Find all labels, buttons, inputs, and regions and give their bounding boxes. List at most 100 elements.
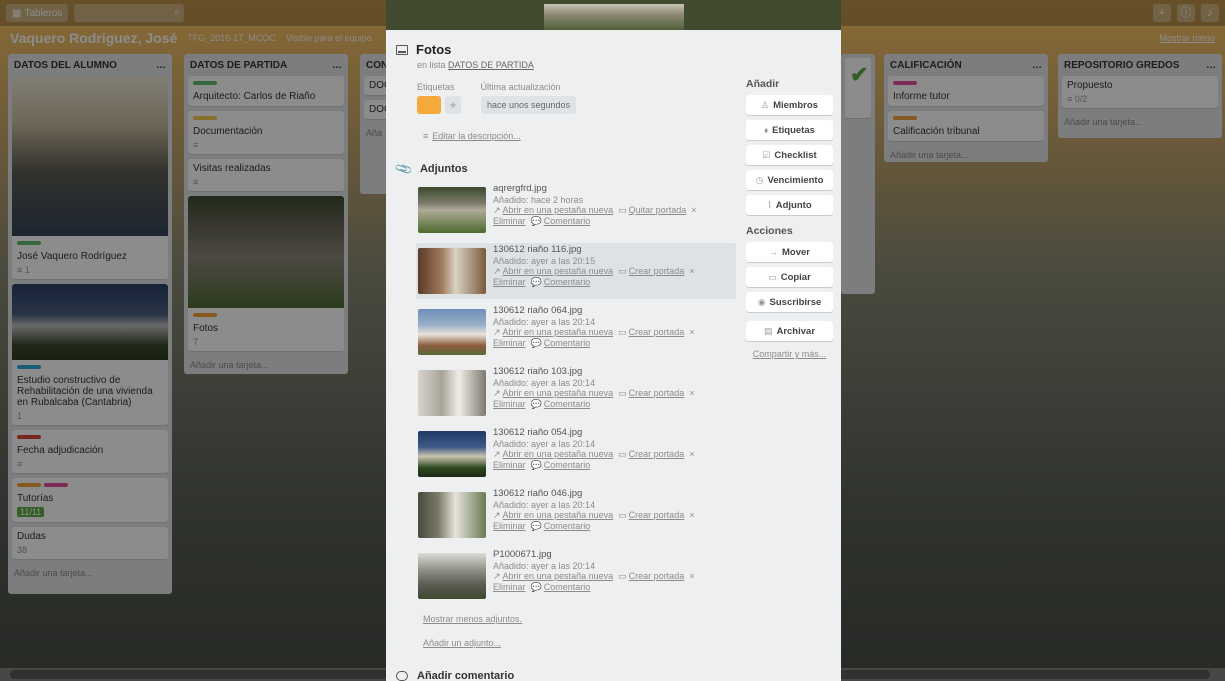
add-card-link[interactable]: Añadir una tarjeta... [1062, 113, 1218, 131]
members-button[interactable]: ♙ Miembros [746, 95, 833, 115]
attachment-button[interactable]: ⌇ Adjunto [746, 195, 833, 215]
comment-link[interactable]: Comentario [544, 460, 591, 470]
attachment-item[interactable]: aqrergfrd.jpg Añadido: hace 2 horas ↗ Abr… [416, 182, 736, 238]
share-more-link[interactable]: Compartir y más... [746, 349, 833, 359]
show-menu-link[interactable]: Mostrar menú [1159, 33, 1215, 43]
list-menu-icon[interactable]: … [1032, 60, 1042, 71]
open-new-tab-link[interactable]: Abrir en una pestaña nueva [503, 510, 614, 520]
list-card[interactable]: Fotos 7 [188, 196, 344, 351]
attachment-thumbnail[interactable] [418, 187, 486, 233]
comment-link[interactable]: Comentario [544, 399, 591, 409]
open-new-tab-link[interactable]: Abrir en una pestaña nueva [503, 571, 614, 581]
board-title[interactable]: Vaquero Rodriguez, José [10, 30, 177, 46]
open-new-tab-link[interactable]: Abrir en una pestaña nueva [503, 266, 614, 276]
board-visibility[interactable]: Visible para el equipo [286, 33, 372, 43]
close-icon[interactable]: × [691, 205, 696, 215]
attachment-item[interactable]: 130612 riaño 064.jpg Añadido: ayer a las… [416, 304, 736, 360]
show-fewer-attachments-link[interactable]: Mostrar menos adjuntos. [423, 614, 522, 624]
copy-button[interactable]: ▭ Copiar [746, 267, 833, 287]
move-button[interactable]: → Mover [746, 242, 833, 262]
search-input[interactable]: ⌕ [74, 4, 185, 22]
attachment-thumbnail[interactable] [418, 309, 486, 355]
external-link-icon: ↗ [493, 205, 501, 215]
comment-link[interactable]: Comentario [544, 338, 591, 348]
add-attachment-link[interactable]: Añadir un adjunto... [423, 638, 501, 648]
comment-link[interactable]: Comentario [544, 521, 591, 531]
delete-link[interactable]: Eliminar [493, 521, 526, 531]
due-date-button[interactable]: ◷ Vencimiento [746, 170, 833, 190]
comment-link[interactable]: Comentario [544, 216, 591, 226]
card-title: José Vaquero Rodríguez [17, 251, 127, 262]
add-card-link[interactable]: Añadir una tarjeta... [888, 146, 1044, 164]
open-new-tab-link[interactable]: Abrir en una pestaña nueva [503, 388, 614, 398]
cover-link[interactable]: Quitar portada [629, 205, 687, 215]
close-icon[interactable]: × [689, 449, 694, 459]
cover-link[interactable]: Crear portada [629, 266, 685, 276]
add-card-link[interactable]: Añadir una tarjeta... [12, 564, 168, 582]
close-icon[interactable]: × [689, 388, 694, 398]
list-card[interactable]: Fecha adjudicación ≡ [12, 430, 168, 473]
delete-link[interactable]: Eliminar [493, 399, 526, 409]
card-title[interactable]: Fotos [416, 42, 451, 57]
cover-link[interactable]: Crear portada [629, 388, 685, 398]
cover-link[interactable]: Crear portada [629, 571, 685, 581]
labels-button[interactable]: ⬧ Etiquetas [746, 120, 833, 140]
boards-button[interactable]: ▦ Tableros [6, 4, 69, 22]
attachment-item[interactable]: 130612 riaño 046.jpg Añadido: ayer a las… [416, 487, 736, 543]
cover-link[interactable]: Crear portada [629, 327, 685, 337]
delete-link[interactable]: Eliminar [493, 582, 526, 592]
attachment-item[interactable]: 130612 riaño 054.jpg Añadido: ayer a las… [416, 426, 736, 482]
list-card[interactable]: Dudas 38 [12, 527, 168, 559]
attachment-item[interactable]: 130612 riaño 116.jpg Añadido: ayer a las… [416, 243, 736, 299]
external-link-icon: ↗ [493, 449, 501, 459]
open-new-tab-link[interactable]: Abrir en una pestaña nueva [503, 327, 614, 337]
attachment-thumbnail[interactable] [418, 248, 486, 294]
delete-link[interactable]: Eliminar [493, 460, 526, 470]
open-new-tab-link[interactable]: Abrir en una pestaña nueva [503, 205, 614, 215]
subscribe-button[interactable]: ◉ Suscribirse [746, 292, 833, 312]
cover-link[interactable]: Crear portada [629, 510, 685, 520]
card-label [43, 483, 68, 487]
orange-label-tag[interactable] [417, 96, 441, 114]
attachment-thumbnail[interactable] [418, 553, 486, 599]
cover-link[interactable]: Crear portada [629, 449, 685, 459]
list-link[interactable]: DATOS DE PARTIDA [448, 60, 534, 70]
list-card[interactable]: Propuesto ≡ 0/2 [1062, 76, 1218, 108]
close-icon[interactable]: × [689, 266, 694, 276]
list-card[interactable]: ✔ [845, 58, 871, 118]
list-menu-icon[interactable]: … [156, 60, 166, 71]
list-card[interactable]: Informe tutor [888, 76, 1044, 106]
attachment-item[interactable]: 130612 riaño 103.jpg Añadido: ayer a las… [416, 365, 736, 421]
attachment-item[interactable]: P1000671.jpg Añadido: ayer a las 20:14 ↗… [416, 548, 736, 604]
comment-link[interactable]: Comentario [544, 277, 591, 287]
open-new-tab-link[interactable]: Abrir en una pestaña nueva [503, 449, 614, 459]
list-card[interactable]: José Vaquero Rodríguez ≡ 1 [12, 76, 168, 279]
delete-link[interactable]: Eliminar [493, 338, 526, 348]
list-card[interactable]: Arquitecto: Carlos de Riaño [188, 76, 344, 106]
board-subtitle[interactable]: TFG_2016-17_MCOC [187, 33, 276, 43]
archive-button[interactable]: ▤ Archivar [746, 321, 833, 341]
close-icon[interactable]: × [689, 571, 694, 581]
list-menu-icon[interactable]: … [1206, 60, 1216, 71]
info-icon[interactable]: ⓘ [1177, 4, 1195, 22]
delete-link[interactable]: Eliminar [493, 216, 526, 226]
list-card[interactable]: Visitas realizadas ≡ [188, 159, 344, 191]
delete-link[interactable]: Eliminar [493, 277, 526, 287]
edit-description-link[interactable]: ≡ Editar la descripción... [423, 131, 521, 141]
close-icon[interactable]: × [689, 327, 694, 337]
attachment-thumbnail[interactable] [418, 492, 486, 538]
checklist-button[interactable]: ☑ Checklist [746, 145, 833, 165]
list-card[interactable]: Documentación ≡ [188, 111, 344, 154]
add-icon[interactable]: + [1153, 4, 1171, 22]
attachment-thumbnail[interactable] [418, 431, 486, 477]
comment-link[interactable]: Comentario [544, 582, 591, 592]
close-icon[interactable]: × [689, 510, 694, 520]
add-label-button[interactable]: + [445, 96, 461, 114]
notifications-icon[interactable]: ♪ [1201, 4, 1219, 22]
add-card-link[interactable]: Añadir una tarjeta... [188, 356, 344, 374]
list-card[interactable]: Calificación tribunal [888, 111, 1044, 141]
list-card[interactable]: Estudio constructivo de Rehabilitación d… [12, 284, 168, 425]
list-card[interactable]: Tutorías 11/11 [12, 478, 168, 522]
list-menu-icon[interactable]: … [332, 60, 342, 71]
attachment-thumbnail[interactable] [418, 370, 486, 416]
